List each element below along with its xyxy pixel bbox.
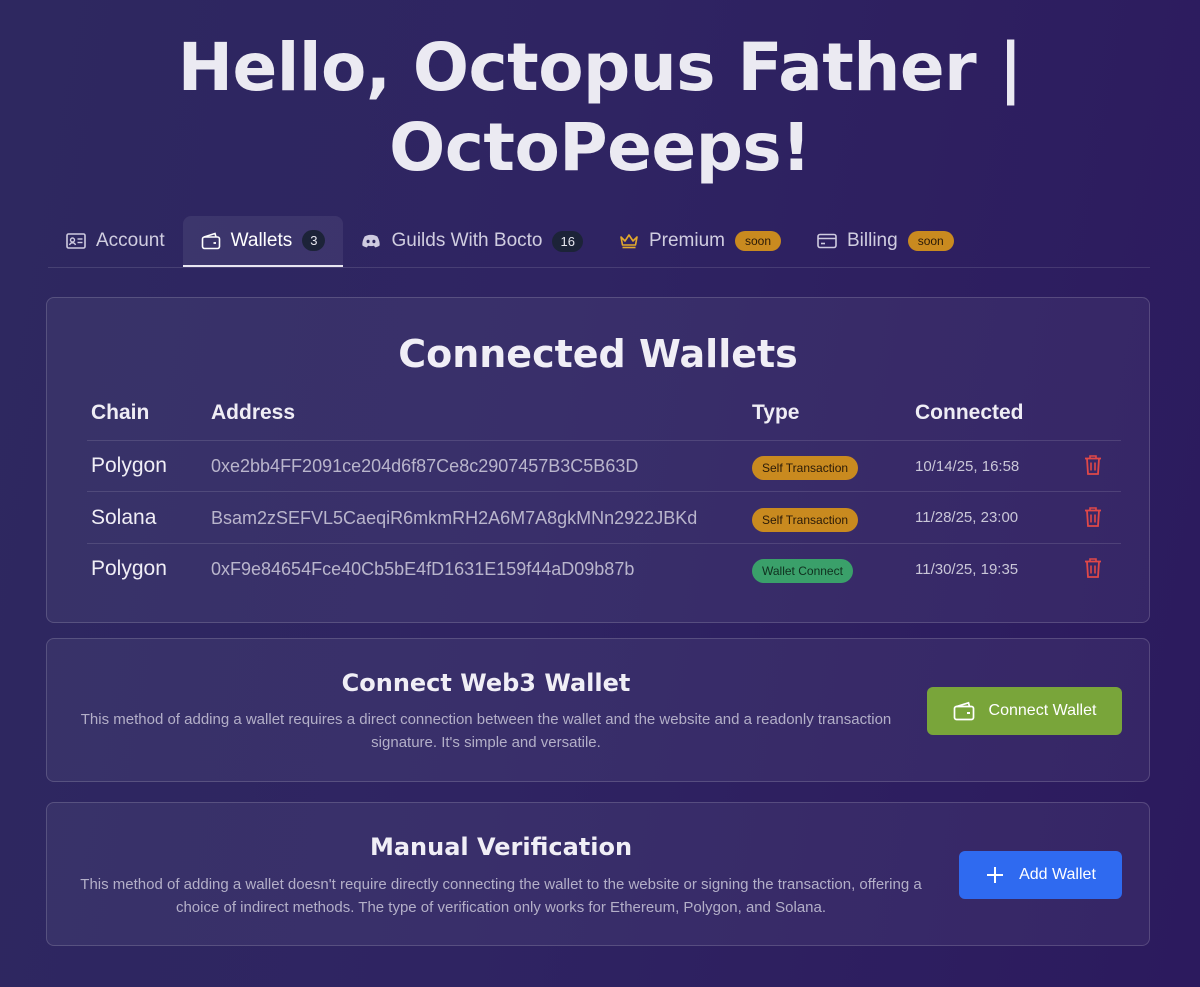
column-header-type: Type <box>752 401 800 424</box>
connected-wallets-title: Connected Wallets <box>398 332 798 376</box>
connect-web3-description: This method of adding a wallet requires … <box>80 711 892 751</box>
address-cell: 0xe2bb4FF2091ce204d6f87Ce8c2907457B3C5B6… <box>211 456 639 476</box>
delete-wallet-button[interactable] <box>1083 506 1103 528</box>
connect-wallet-label: Connect Wallet <box>988 702 1097 719</box>
tab-wallets[interactable]: Wallets 3 <box>182 216 344 267</box>
delete-wallet-button[interactable] <box>1083 557 1103 579</box>
connect-wallet-button[interactable]: Connect Wallet <box>927 687 1122 735</box>
tab-label: Wallets <box>230 229 293 251</box>
wallet-icon <box>201 231 221 251</box>
tab-bar: Account Wallets 3 Guilds With Bocto 16 P… <box>48 216 1150 268</box>
column-header-connected: Connected <box>915 401 1024 424</box>
manual-verification-title: Manual Verification <box>369 833 633 861</box>
column-header-chain: Chain <box>91 401 150 424</box>
plus-icon <box>987 867 1004 883</box>
crown-icon <box>619 231 639 251</box>
billing-soon-badge: soon <box>907 231 954 251</box>
row-divider <box>87 491 1121 492</box>
type-badge: Self Transaction <box>752 456 859 480</box>
credit-card-icon <box>817 231 837 251</box>
connect-web3-title: Connect Web3 Wallet <box>341 669 631 697</box>
row-divider <box>87 440 1121 441</box>
type-badge: Wallet Connect <box>752 559 853 583</box>
add-wallet-button[interactable]: Add Wallet <box>959 851 1122 899</box>
manual-verification-card: Manual Verification This method of addin… <box>46 802 1150 946</box>
connected-wallets-card: Connected Wallets Chain Address Type Con… <box>46 297 1150 623</box>
tab-label: Premium <box>648 230 725 251</box>
add-wallet-label: Add Wallet <box>1019 866 1096 883</box>
tab-label: Billing <box>847 230 898 251</box>
discord-icon <box>361 231 381 251</box>
trash-icon <box>1085 507 1101 527</box>
column-header-address: Address <box>211 401 296 424</box>
type-badge: Self Transaction <box>752 508 859 532</box>
id-card-icon <box>66 231 86 251</box>
connected-date-cell: 10/14/25, 16:58 <box>915 458 1020 475</box>
guilds-count-badge: 16 <box>552 230 583 252</box>
delete-wallet-button[interactable] <box>1083 454 1103 476</box>
address-cell: Bsam2zSEFVL5CaeqiR6mkmRH2A6M7A8gkMNn2922… <box>211 508 698 528</box>
tab-premium[interactable]: Premium soon <box>601 216 799 266</box>
tab-label: Account <box>96 230 165 251</box>
wallet-icon <box>953 701 974 721</box>
tab-account[interactable]: Account <box>48 216 183 266</box>
wallets-count-badge: 3 <box>302 230 326 251</box>
page-title: Hello, Octopus Father | OctoPeeps! <box>177 29 1023 186</box>
connect-web3-card: Connect Web3 Wallet This method of addin… <box>46 638 1150 782</box>
tab-billing[interactable]: Billing soon <box>799 216 972 266</box>
chain-cell: Polygon <box>91 454 167 477</box>
row-divider <box>87 543 1121 544</box>
address-cell: 0xF9e84654Fce40Cb5bE4fD1631E159f44aD09b8… <box>211 559 635 579</box>
connected-date-cell: 11/28/25, 23:00 <box>915 509 1019 526</box>
trash-icon <box>1085 558 1101 578</box>
chain-cell: Polygon <box>91 557 167 580</box>
tab-guilds[interactable]: Guilds With Bocto 16 <box>343 216 600 266</box>
trash-icon <box>1085 455 1101 475</box>
premium-soon-badge: soon <box>734 231 781 251</box>
tab-label: Guilds With Bocto <box>391 230 543 251</box>
manual-verification-description: This method of adding a wallet doesn't r… <box>80 876 922 916</box>
chain-cell: Solana <box>91 506 157 529</box>
connected-date-cell: 11/30/25, 19:35 <box>915 561 1019 578</box>
